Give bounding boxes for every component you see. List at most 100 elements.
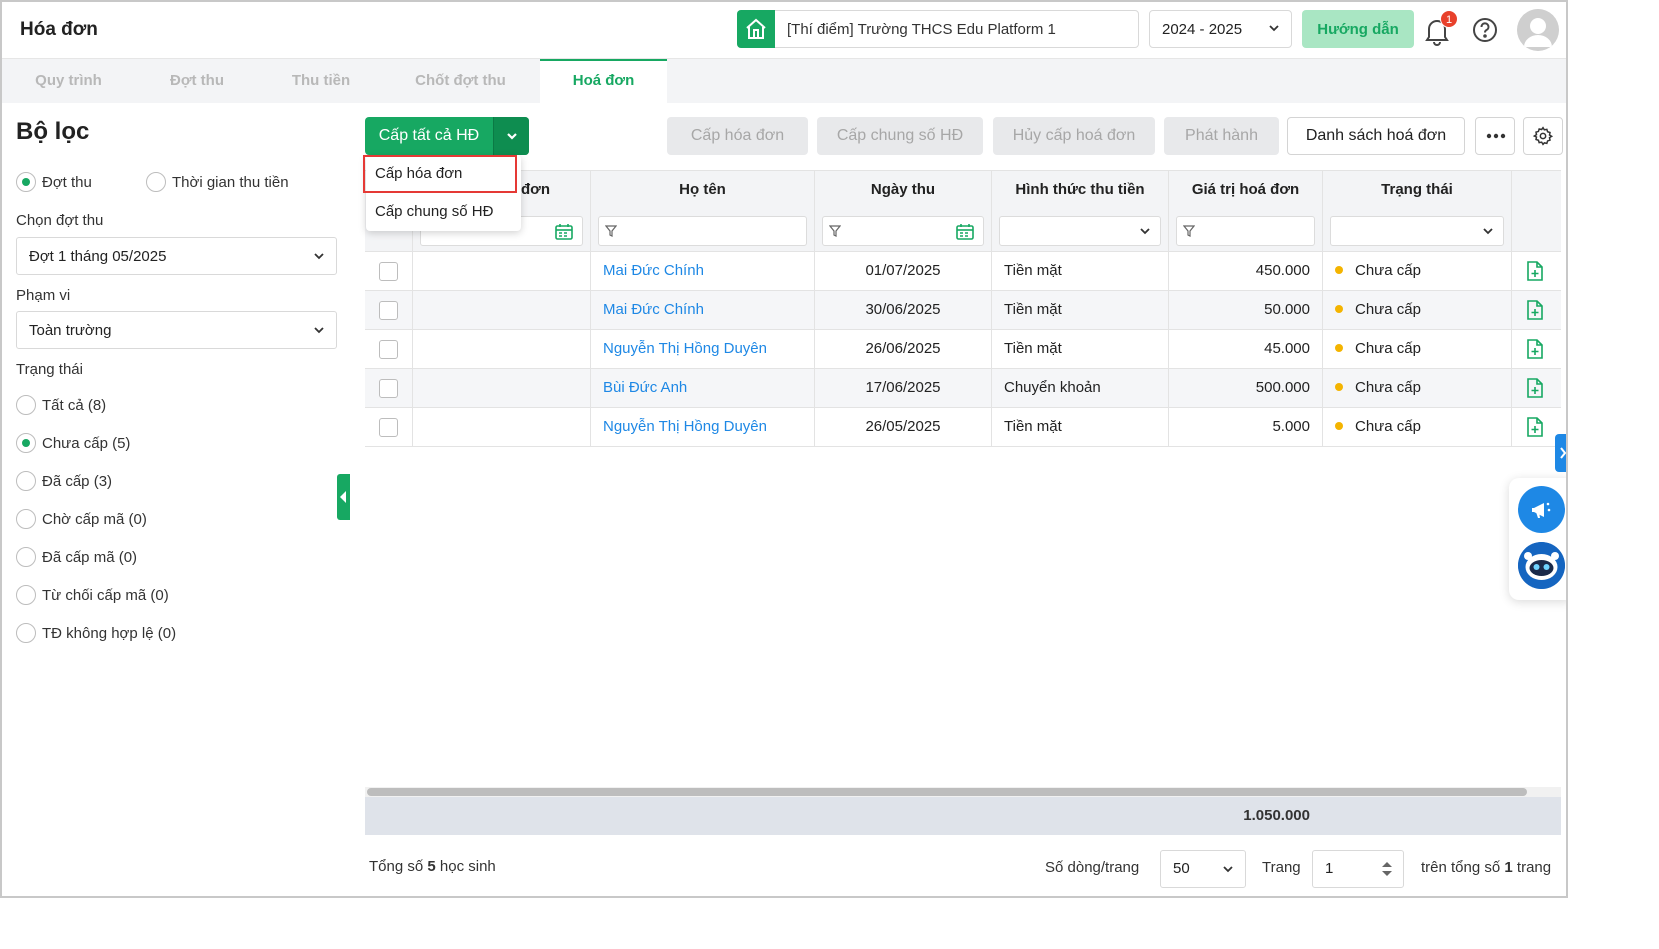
status-cell: Chưa cấp (1323, 252, 1512, 290)
status-option-chua-cap[interactable]: Chưa cấp (5) (16, 433, 130, 453)
action-cell (1512, 408, 1561, 446)
add-invoice-icon[interactable] (1526, 417, 1544, 437)
tab-quy-trinh[interactable]: Quy trình (2, 59, 135, 103)
issue-all-button[interactable]: Cấp tất cả HĐ (365, 117, 493, 155)
announcement-button[interactable] (1518, 486, 1565, 533)
school-year-select[interactable]: 2024 - 2025 (1149, 10, 1292, 48)
tab-thu-tien[interactable]: Thu tiền (259, 59, 383, 103)
add-invoice-icon[interactable] (1526, 378, 1544, 398)
tab-dot-thu[interactable]: Đợt thu (135, 59, 259, 103)
row-select-cell (365, 252, 413, 290)
method-cell: Tiền mặt (992, 252, 1169, 290)
menu-item-issue-common-number[interactable]: Cấp chung số HĐ (366, 193, 521, 231)
table-row: Nguyễn Thị Hồng Duyên 26/06/2025 Tiền mặ… (365, 330, 1561, 369)
filter-mode-thoi-gian[interactable]: Thời gian thu tiền (146, 172, 289, 192)
column-header: Hình thức thu tiền (1015, 181, 1145, 198)
guide-button[interactable]: Hướng dẫn (1302, 10, 1414, 48)
radio-label: Từ chối cấp mã (0) (42, 586, 169, 604)
date-cell: 26/06/2025 (815, 330, 992, 368)
settings-button[interactable] (1523, 117, 1563, 155)
amount-filter-input[interactable] (1176, 216, 1315, 246)
action-cell (1512, 330, 1561, 368)
chevron-down-icon (507, 133, 517, 140)
status-text: Chưa cấp (1355, 379, 1421, 396)
status-option-da-cap-ma[interactable]: Đã cấp mã (0) (16, 547, 137, 567)
horizontal-scrollbar[interactable] (365, 787, 1561, 797)
chevron-right-icon (1560, 447, 1566, 459)
filter-mode-dot-thu[interactable]: Đợt thu (16, 172, 92, 192)
issue-dropdown-toggle[interactable] (493, 117, 529, 155)
column-header: Ngày thu (870, 181, 936, 198)
add-invoice-icon[interactable] (1526, 261, 1544, 281)
total-pages-suffix: trang (1516, 859, 1552, 876)
table-row: Nguyễn Thị Hồng Duyên 26/05/2025 Tiền mặ… (365, 408, 1561, 447)
school-selector[interactable]: [Thí điểm] Trường THCS Edu Platform 1 (737, 10, 1139, 48)
page-label: Trang (1262, 859, 1301, 876)
radio-label: Chưa cấp (5) (42, 434, 131, 452)
radio-unchecked (16, 547, 36, 567)
invoice-list-button[interactable]: Danh sách hoá đơn (1287, 117, 1465, 155)
date-filter-input[interactable] (822, 216, 984, 246)
status-cell: Chưa cấp (1323, 330, 1512, 368)
row-checkbox[interactable] (379, 301, 398, 320)
avatar[interactable] (1517, 9, 1559, 51)
rows-per-page-select[interactable]: 50 (1160, 850, 1246, 888)
scope-select[interactable]: Toàn trường (16, 311, 337, 349)
header-date-col: Ngày thu (815, 171, 992, 253)
row-checkbox[interactable] (379, 262, 398, 281)
status-option-all[interactable]: Tất cả (8) (16, 395, 106, 415)
status-option-cho-cap-ma[interactable]: Chờ cấp mã (0) (16, 509, 147, 529)
page-number-input[interactable]: 1 (1312, 850, 1404, 888)
status-option-da-cap[interactable]: Đã cấp (3) (16, 471, 112, 491)
student-name-link[interactable]: Nguyễn Thị Hồng Duyên (591, 408, 815, 446)
issue-common-number-button[interactable]: Cấp chung số HĐ (817, 117, 983, 155)
stepper-icon[interactable] (1381, 859, 1393, 879)
scrollbar-thumb[interactable] (367, 788, 1527, 796)
collapse-filter-handle[interactable] (337, 474, 350, 520)
robot-icon (1518, 542, 1565, 589)
publish-button[interactable]: Phát hành (1164, 117, 1279, 155)
row-select-cell (365, 330, 413, 368)
status-cell: Chưa cấp (1323, 291, 1512, 329)
period-select[interactable]: Đợt 1 tháng 05/2025 (16, 237, 337, 275)
more-button[interactable] (1475, 117, 1515, 155)
invoice-cell (413, 291, 591, 329)
student-name-link[interactable]: Nguyễn Thị Hồng Duyên (591, 330, 815, 368)
row-checkbox[interactable] (379, 379, 398, 398)
chevron-down-icon (1223, 866, 1233, 873)
cancel-issue-button[interactable]: Hủy cấp hoá đơn (993, 117, 1155, 155)
status-option-td-khong-hop-le[interactable]: TĐ không hợp lệ (0) (16, 623, 176, 643)
date-cell: 01/07/2025 (815, 252, 992, 290)
table-row: Mai Đức Chính 01/07/2025 Tiền mặt 450.00… (365, 252, 1561, 291)
method-filter-select[interactable] (999, 216, 1161, 246)
issue-invoice-button[interactable]: Cấp hóa đơn (667, 117, 808, 155)
amount-cell: 50.000 (1169, 291, 1323, 329)
student-name-link[interactable]: Bùi Đức Anh (591, 369, 815, 407)
student-name-link[interactable]: Mai Đức Chính (591, 252, 815, 290)
table-row: Bùi Đức Anh 17/06/2025 Chuyển khoản 500.… (365, 369, 1561, 408)
method-cell: Tiền mặt (992, 330, 1169, 368)
status-option-tu-choi[interactable]: Từ chối cấp mã (0) (16, 585, 169, 605)
tab-chot-dot-thu[interactable]: Chốt đợt thu (383, 59, 538, 103)
row-checkbox[interactable] (379, 340, 398, 359)
top-bar: Hóa đơn [Thí điểm] Trường THCS Edu Platf… (2, 2, 1566, 59)
amount-cell: 500.000 (1169, 369, 1323, 407)
invoice-table: đơn Họ tên Ngày thu Hình thức thu tiền G… (365, 170, 1561, 835)
issue-dropdown-menu: Cấp hóa đơn Cấp chung số HĐ (363, 155, 521, 231)
tab-hoa-don[interactable]: Hoá đơn (540, 59, 667, 103)
row-checkbox[interactable] (379, 418, 398, 437)
side-panel-toggle[interactable] (1555, 434, 1566, 472)
student-name-link[interactable]: Mai Đức Chính (591, 291, 815, 329)
add-invoice-icon[interactable] (1526, 339, 1544, 359)
add-invoice-icon[interactable] (1526, 300, 1544, 320)
radio-unchecked (16, 395, 36, 415)
radio-label: Thời gian thu tiền (172, 173, 289, 191)
chevron-down-icon (314, 253, 324, 260)
status-text: Chưa cấp (1355, 340, 1421, 357)
chatbot-button[interactable] (1518, 542, 1565, 589)
status-filter-select[interactable] (1330, 216, 1504, 246)
name-filter-input[interactable] (598, 216, 807, 246)
menu-item-issue-invoice[interactable]: Cấp hóa đơn (363, 155, 517, 193)
help-icon[interactable] (1472, 17, 1498, 43)
status-dot (1335, 383, 1343, 392)
